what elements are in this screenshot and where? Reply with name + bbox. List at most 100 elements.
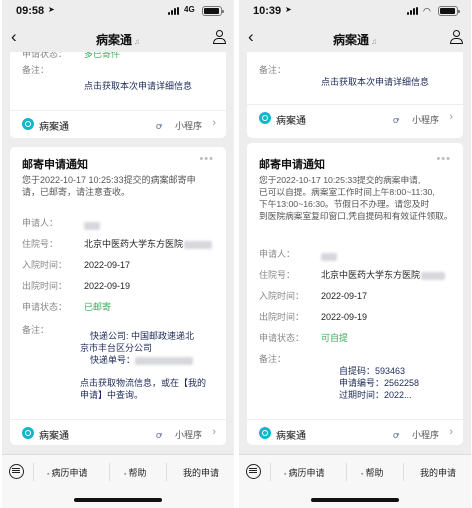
intro-line: 到医院病案室复印窗口,凭自提码和有效证件领取。 [259,211,453,221]
mini-program-label: 小程序 [174,430,202,440]
page-title: 病案通 ♫ [2,31,234,48]
redacted-block [135,356,194,365]
field-value: 可自提 [321,333,349,343]
field-label: 申请人： [22,218,59,228]
menu-tab-records[interactable]: ▪ 病历申请 [284,466,325,479]
remark-line: 快递单号： [80,354,194,366]
app-logo-icon [259,112,271,124]
app-name: 病案通 [39,122,69,133]
more-icon[interactable]: ••• [436,153,451,165]
field-label: 备注： [22,325,50,335]
menu-tab-label: 帮助 [365,468,384,478]
mail-notification-card[interactable]: 邮寄申请通知 ••• 您于2022-10-17 10:25:33提交的病案申请,… [247,143,463,445]
app-name: 病案通 [276,116,306,127]
field-value: 北京中医药大学东方医院 [84,238,213,250]
field-label: 出院时间： [259,312,305,322]
field-label: 住院号： [22,239,59,249]
menu-tab-label: 病历申请 [288,468,325,478]
status-time: 10:39 [253,5,282,17]
card-footer[interactable]: 病案通 ꝍ 小程序 › [247,104,463,130]
detail-link[interactable]: 点击获取本次申请详细信息 [321,76,429,88]
card-title: 邮寄申请通知 [22,159,88,171]
signal-icon [168,7,182,15]
field-value: 2022-09-19 [321,312,368,322]
menu-tab-my-requests[interactable]: 我的申请 [183,466,219,479]
menu-tab-label: 我的申请 [420,468,457,478]
field-label: 入院时间： [259,291,305,301]
logistics-link[interactable]: 点击获取物流信息，或在【我的 申请】中查询。 [80,377,206,401]
hospital-name: 北京中医药大学东方医院 [84,239,184,249]
remark-label: 备注： [22,65,50,75]
mute-bell-icon: ♫ [371,37,377,46]
menu-tab-my-requests[interactable]: 我的申请 [420,466,456,479]
menu-tab-help[interactable]: ▪ 帮助 [124,466,147,479]
app-logo-icon [22,427,34,439]
app-logo-icon [259,427,271,439]
navigation-bar: ‹ 病案通 ♫ [2,22,234,52]
card-title: 邮寄申请通知 [259,159,325,171]
divider [346,463,347,481]
mini-program-icon: ꝍ [392,115,399,125]
intro-line: 您于2022-10-17 10:25:33提交的病案邮寄申 [22,175,196,185]
divider [166,463,167,481]
home-indicator [311,498,399,502]
field-value-redacted [321,250,337,262]
previous-notification-card[interactable]: 备注： 点击获取本次申请详细信息 病案通 ꝍ 小程序 › [247,52,463,138]
status-label: 申请状态： [22,52,68,59]
card-footer[interactable]: 病案通 ꝍ 小程序 › [10,110,226,136]
menu-tab-label: 病历申请 [51,468,88,478]
menu-tab-help[interactable]: ▪ 帮助 [361,466,384,479]
more-icon[interactable]: ••• [199,153,214,165]
detail-link[interactable]: 点击获取本次申请详细信息 [84,80,192,92]
card-intro: 您于2022-10-17 10:25:33提交的病案申请, 已可以自提。病案室工… [259,174,463,222]
link-line: 申请】中查询。 [80,390,144,400]
intro-line: 请，已邮寄，请注意查收。 [22,187,131,197]
profile-icon[interactable] [449,30,463,44]
menu-tab-label: 帮助 [128,468,147,478]
mail-notification-card[interactable]: 邮寄申请通知 ••• 您于2022-10-17 10:25:33提交的病案邮寄申… [10,147,226,445]
mini-program-icon: ꝍ [155,121,162,131]
screen-divider [235,0,238,508]
redacted-block [184,240,213,249]
intro-line: 您于2022-10-17 10:25:33提交的病案申请, [259,175,421,185]
divider [270,463,271,481]
tracking-label: 快递单号： [90,355,136,365]
hospital-name: 北京中医药大学东方医院 [321,270,421,280]
remark-label: 备注： [259,65,287,75]
intro-line: 下午13:00~16:30。节假日不办理。请您及时 [259,199,430,209]
divider [109,463,110,481]
network-label: 4G [184,5,195,14]
field-value: 2022-09-19 [84,281,131,291]
menu-tab-records[interactable]: ▪ 病历申请 [47,466,88,479]
signal-icon [407,7,421,15]
chevron-right-icon: › [212,426,216,438]
wifi-icon: ◠ [423,6,431,16]
keyboard-toggle-icon[interactable] [9,464,24,479]
card-footer[interactable]: 病案通 ꝍ 小程序 › [10,419,226,445]
application-number: 申请编号：2562258 [339,378,420,388]
location-arrow-icon: ➤ [48,5,55,14]
app-logo-icon [22,118,34,130]
expiry-time: 过期时间：2022... [339,390,412,400]
chevron-right-icon: › [212,117,216,129]
profile-icon[interactable] [212,30,226,44]
intro-line: 已可以自提。病案室工作时间上午8:00~11:30, [259,187,435,197]
previous-notification-card[interactable]: 申请状态： 多已寄件 备注： 点击获取本次申请详细信息 病案通 ꝍ 小程序 › [10,52,226,138]
field-label: 备注： [259,354,287,364]
field-label: 申请状态： [259,333,305,343]
field-label: 入院时间： [22,260,68,270]
status-value: 多已寄件 [84,52,121,59]
mini-program-label: 小程序 [411,430,439,440]
page-title-text: 病案通 [95,33,132,47]
chevron-right-icon: › [449,111,453,123]
field-value: 北京中医药大学东方医院 [321,269,446,281]
pickup-code: 自提码：593463 [339,366,406,376]
field-value-redacted [84,219,100,231]
location-arrow-icon: ➤ [285,5,292,14]
keyboard-toggle-icon[interactable] [246,464,261,479]
card-footer[interactable]: 病案通 ꝍ 小程序 › [247,419,463,445]
card-intro: 您于2022-10-17 10:25:33提交的病案邮寄申 请，已邮寄，请注意查… [22,174,222,198]
remark-text: 快递公司: 中国邮政速递北 京市丰台区分公司 快递单号： [80,330,194,366]
battery-icon [202,6,224,16]
field-label: 申请状态： [22,302,68,312]
